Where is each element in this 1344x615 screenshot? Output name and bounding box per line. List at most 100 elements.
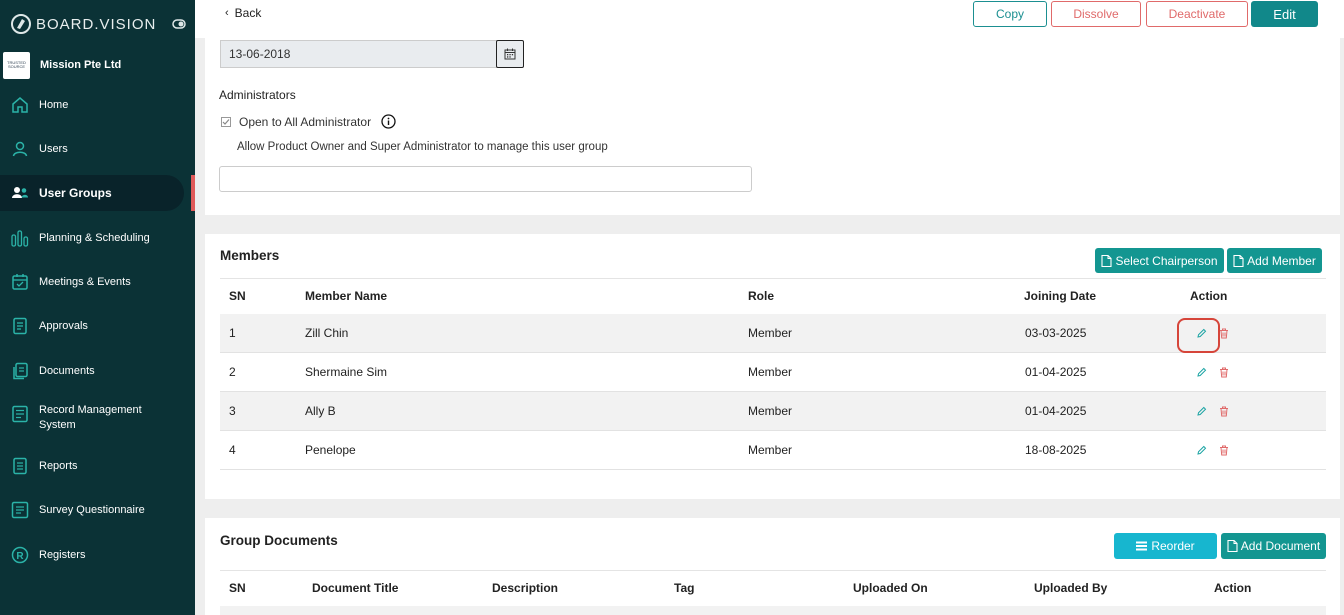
select-chairperson-label: Select Chairperson <box>1115 253 1218 268</box>
row-sn: 4 <box>229 443 236 457</box>
back-label: Back <box>234 6 262 20</box>
record-icon <box>11 405 29 423</box>
column-header-tag: Tag <box>674 581 695 595</box>
sidebar-toggle-icon[interactable] <box>172 17 186 31</box>
organization-name: Mission Pte Ltd <box>40 59 122 71</box>
header-divider <box>220 278 1326 279</box>
members-title: Members <box>220 248 280 263</box>
add-document-label: Add Document <box>1240 539 1321 553</box>
sidebar-item-label-line1: Record Management <box>39 404 142 416</box>
copy-button[interactable]: Copy <box>973 1 1047 27</box>
calendar-icon <box>11 273 29 291</box>
add-document-button[interactable]: Add Document <box>1221 533 1326 559</box>
reports-icon <box>11 457 29 475</box>
sidebar-item-users[interactable]: Users <box>0 140 195 158</box>
column-header-role: Role <box>748 289 775 303</box>
sidebar-item-survey-questionnaire[interactable]: Survey Questionnaire <box>0 501 195 519</box>
column-header-sn: SN <box>229 581 246 595</box>
svg-text:R: R <box>16 551 24 562</box>
approvals-icon <box>11 317 29 335</box>
row-sn: 2 <box>229 365 236 379</box>
trash-icon[interactable] <box>1219 328 1229 339</box>
row-joining-date: 01-04-2025 <box>1025 404 1087 418</box>
add-member-button[interactable]: Add Member <box>1227 248 1322 273</box>
chevron-left-icon: ‹ <box>225 7 229 19</box>
document-icon <box>1101 254 1113 267</box>
column-header-sn: SN <box>229 289 246 303</box>
open-to-all-checkbox[interactable] <box>221 116 231 127</box>
survey-icon <box>11 501 29 519</box>
row-joining-date: 18-08-2025 <box>1025 443 1087 457</box>
sidebar-item-label: Meetings & Events <box>39 275 131 288</box>
chart-bars-icon <box>11 229 29 247</box>
select-chairperson-button[interactable]: Select Chairperson <box>1095 248 1224 273</box>
organization-logo-text: TRUSTED SOURCE <box>7 60 26 69</box>
add-member-label: Add Member <box>1247 253 1316 268</box>
pencil-icon[interactable] <box>1196 328 1207 339</box>
column-header-member-name: Member Name <box>305 289 388 303</box>
sidebar-item-record-management[interactable]: Record Management System <box>0 403 195 433</box>
document-icon <box>1233 254 1244 267</box>
sidebar-item-documents[interactable]: Documents <box>0 362 195 380</box>
pencil-icon[interactable] <box>1196 367 1207 378</box>
trash-icon[interactable] <box>1219 406 1229 417</box>
group-documents-card: Group Documents Reorder Add Document SN … <box>205 518 1340 615</box>
sidebar-item-user-groups[interactable]: User Groups <box>0 175 184 211</box>
organization[interactable]: TRUSTED SOURCE Mission Pte Ltd <box>0 50 195 80</box>
sidebar-item-label: Home <box>39 98 69 111</box>
table-row <box>220 606 1326 615</box>
trash-icon[interactable] <box>1219 367 1229 378</box>
edit-button[interactable]: Edit <box>1251 1 1318 27</box>
table-row: 4 Penelope Member 18-08-2025 <box>220 431 1326 470</box>
column-header-uploaded-by: Uploaded By <box>1034 581 1108 595</box>
row-sn: 3 <box>229 404 236 418</box>
list-icon <box>1136 541 1148 551</box>
sidebar-item-label: Reports <box>39 459 78 472</box>
sidebar-item-label: Planning & Scheduling <box>39 231 150 244</box>
documents-icon <box>11 362 29 380</box>
administrators-label: Administrators <box>219 88 296 102</box>
sidebar-item-approvals[interactable]: Approvals <box>0 317 195 335</box>
active-marker <box>191 175 195 211</box>
date-field[interactable]: 13-06-2018 <box>220 40 497 68</box>
sidebar-item-label: Registers <box>39 548 86 561</box>
sidebar-item-reports[interactable]: Reports <box>0 457 195 475</box>
trash-icon[interactable] <box>1219 445 1229 456</box>
group-documents-title: Group Documents <box>220 533 338 548</box>
table-row: 3 Ally B Member 01-04-2025 <box>220 392 1326 431</box>
header-divider <box>220 570 1326 571</box>
date-picker-button[interactable] <box>496 40 524 68</box>
row-member-name: Zill Chin <box>305 326 349 340</box>
row-joining-date: 03-03-2025 <box>1025 326 1087 340</box>
sidebar-item-label: Documents <box>39 364 95 377</box>
row-role: Member <box>748 443 793 457</box>
column-header-uploaded-on: Uploaded On <box>853 581 928 595</box>
row-role: Member <box>748 365 793 379</box>
table-row: 1 Zill Chin Member 03-03-2025 <box>220 314 1326 353</box>
sidebar-item-home[interactable]: Home <box>0 96 195 114</box>
organization-logo: TRUSTED SOURCE <box>3 51 30 79</box>
details-card: 13-06-2018 Administrators Open to All Ad… <box>205 38 1340 215</box>
brand[interactable]: BOARD.VISION <box>10 12 188 36</box>
members-card: Members Select Chairperson Add Member SN… <box>205 234 1340 499</box>
pencil-icon[interactable] <box>1196 406 1207 417</box>
pencil-icon[interactable] <box>1196 445 1207 456</box>
info-icon[interactable] <box>381 114 396 129</box>
column-header-description: Description <box>492 581 559 595</box>
reorder-button[interactable]: Reorder <box>1114 533 1217 559</box>
sidebar-item-registers[interactable]: R Registers <box>0 546 195 564</box>
sidebar-item-meetings-events[interactable]: Meetings & Events <box>0 273 195 291</box>
sidebar-item-label: Survey Questionnaire <box>39 503 145 516</box>
sidebar-item-label-line2: System <box>39 419 76 431</box>
user-groups-icon <box>11 184 29 202</box>
registered-icon: R <box>11 546 29 564</box>
dissolve-button[interactable]: Dissolve <box>1051 1 1141 27</box>
sidebar-item-label: Approvals <box>39 319 88 332</box>
column-header-document-title: Document Title <box>312 581 399 595</box>
administrators-input[interactable] <box>219 166 752 192</box>
brand-name: BOARD.VISION <box>36 15 157 33</box>
back-link[interactable]: ‹ Back <box>225 6 261 20</box>
deactivate-button[interactable]: Deactivate <box>1146 1 1248 27</box>
sidebar-item-planning-scheduling[interactable]: Planning & Scheduling <box>0 229 195 247</box>
row-joining-date: 01-04-2025 <box>1025 365 1087 379</box>
